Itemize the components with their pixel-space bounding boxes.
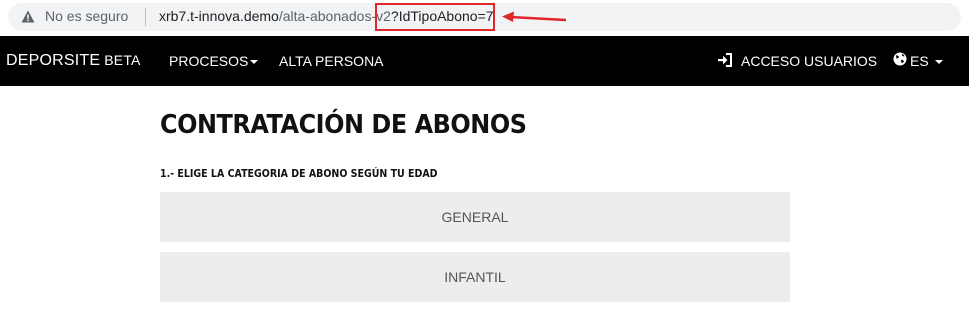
- globe-icon: [893, 52, 907, 71]
- nav-procesos-label: PROCESOS: [169, 53, 249, 69]
- url-host: xrb7.t-innova.demo: [159, 8, 279, 24]
- brand-suffix: BETA: [104, 52, 141, 68]
- annotation-highlight-box: [375, 3, 495, 31]
- brand-logo[interactable]: DEPORSITE BETA: [6, 52, 141, 70]
- warning-icon[interactable]: [21, 10, 35, 28]
- annotation-arrow-icon: [500, 8, 568, 33]
- page-title: CONTRATACIÓN DE ABONOS: [160, 110, 527, 140]
- brand-name: DEPORSITE: [6, 52, 101, 69]
- caret-down-icon: [934, 60, 943, 65]
- nav-procesos-dropdown[interactable]: PROCESOS: [169, 53, 259, 69]
- security-label[interactable]: No es seguro: [45, 8, 128, 24]
- top-navbar: DEPORSITE BETA PROCESOS ALTA PERSONA ACCE…: [0, 36, 969, 86]
- nav-alta-persona[interactable]: ALTA PERSONA: [279, 53, 384, 69]
- divider: [145, 8, 146, 26]
- sign-in-icon: [717, 52, 733, 73]
- nav-acceso-usuarios[interactable]: ACCESO USUARIOS: [741, 53, 877, 69]
- option-infantil-button[interactable]: INFANTIL: [160, 252, 790, 302]
- step-label: 1.- ELIGE LA CATEGORIA DE ABONO SEGÚN TU…: [160, 167, 438, 180]
- option-general-button[interactable]: GENERAL: [160, 192, 790, 242]
- caret-down-icon: [250, 60, 259, 65]
- browser-address-bar: No es seguro xrb7.t-innova.demo/alta-abo…: [0, 0, 969, 36]
- language-label: ES: [910, 53, 929, 69]
- nav-language-dropdown[interactable]: ES: [910, 53, 943, 69]
